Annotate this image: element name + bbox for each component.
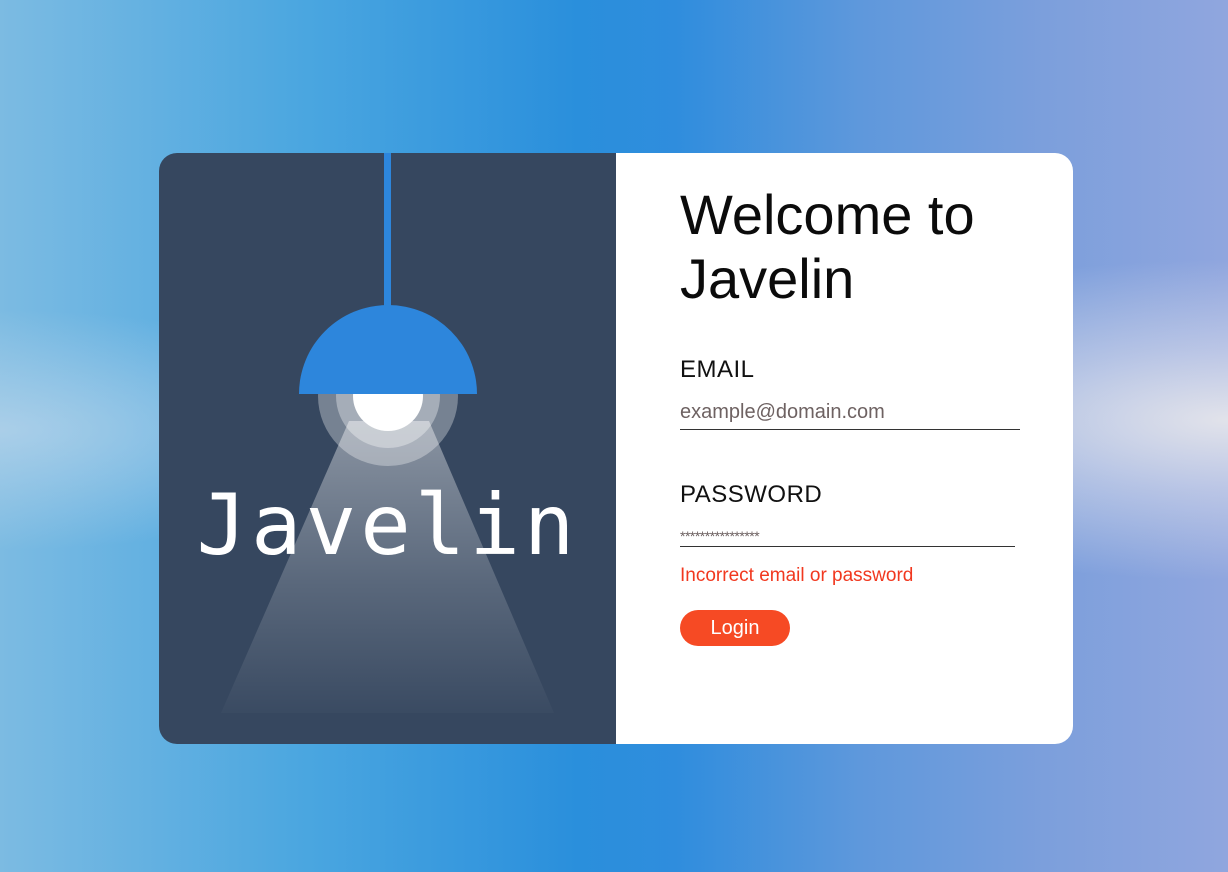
brand-logo-text: Javelin (196, 476, 579, 574)
login-button[interactable]: Login (680, 610, 790, 646)
email-label: EMAIL (680, 356, 755, 383)
email-field[interactable] (680, 396, 1020, 430)
password-field[interactable]: **************** (680, 527, 1015, 547)
password-label: PASSWORD (680, 481, 823, 508)
ceiling-lamp-icon (221, 153, 554, 713)
page-title: Welcome to Javelin (680, 183, 975, 310)
login-form-panel: Welcome to Javelin EMAIL PASSWORD ******… (616, 153, 1073, 744)
login-card: Javelin Welcome to Javelin EMAIL PASSWOR… (159, 153, 1073, 744)
error-message: Incorrect email or password (680, 565, 914, 586)
brand-panel: Javelin (159, 153, 616, 744)
